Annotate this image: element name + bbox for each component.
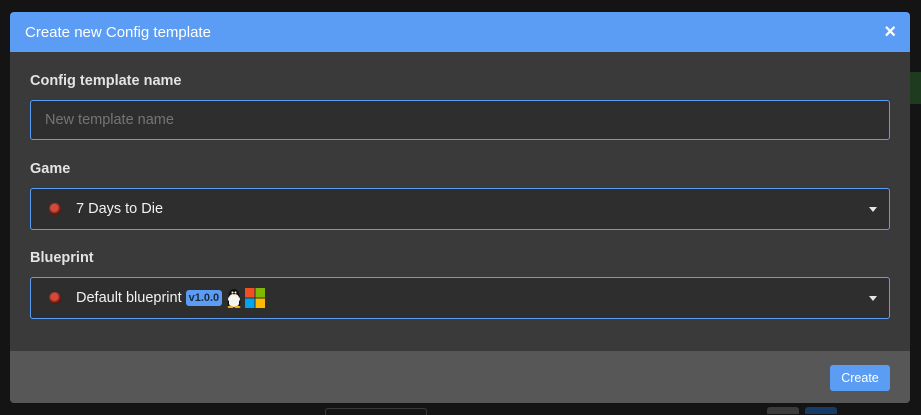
game-icon	[49, 203, 61, 215]
game-select[interactable]: 7 Days to Die	[30, 188, 890, 230]
modal-title: Create new Config template	[25, 23, 211, 41]
game-icon	[49, 292, 61, 304]
close-icon[interactable]: ×	[884, 22, 896, 42]
modal-body: Config template name Game 7 Days to Die …	[10, 52, 910, 319]
background-button-fragment	[805, 407, 837, 414]
create-config-template-modal: Create new Config template × Config temp…	[10, 12, 910, 403]
game-select-value: 7 Days to Die	[76, 201, 164, 217]
blueprint-label: Blueprint	[30, 250, 94, 266]
template-name-label: Config template name	[30, 73, 182, 89]
version-badge: v1.0.0	[185, 290, 223, 306]
game-label: Game	[30, 161, 71, 177]
chevron-down-icon	[869, 296, 877, 301]
modal-header: Create new Config template ×	[10, 12, 910, 52]
create-button[interactable]: Create	[830, 365, 890, 391]
windows-icon	[245, 288, 266, 308]
background-button-fragment	[767, 407, 799, 414]
template-name-input[interactable]	[30, 100, 890, 140]
linux-icon	[226, 288, 242, 309]
blueprint-select-value: Default blueprint	[76, 290, 182, 306]
background-panel-fragment	[910, 72, 921, 104]
blueprint-select[interactable]: Default blueprint v1.0.0	[30, 277, 890, 319]
modal-footer: Create	[10, 351, 910, 403]
chevron-down-icon	[869, 207, 877, 212]
